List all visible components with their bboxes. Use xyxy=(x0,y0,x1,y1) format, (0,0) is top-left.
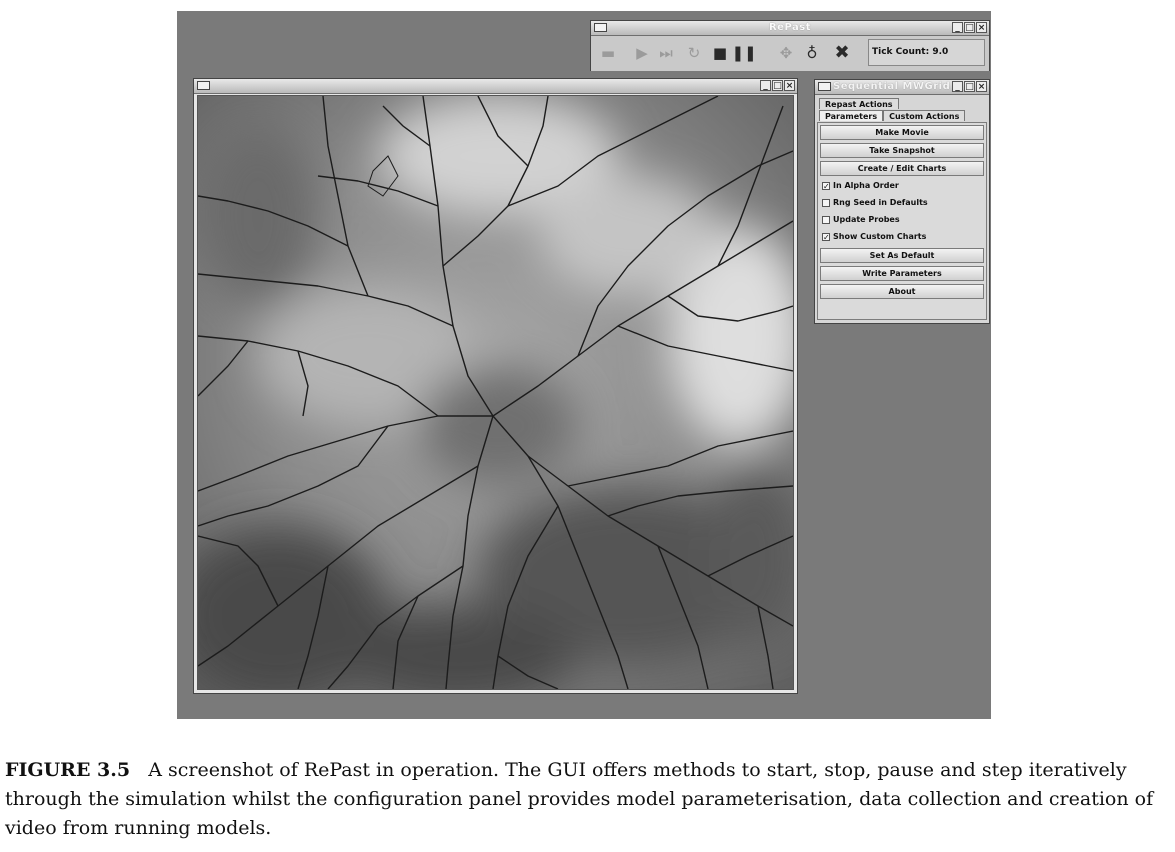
tab-custom-actions[interactable]: Custom Actions xyxy=(883,110,966,121)
checkbox-label: In Alpha Order xyxy=(833,181,899,190)
maximize-icon[interactable]: □ xyxy=(964,22,975,33)
title-bar[interactable]: RePast _ □ × xyxy=(591,21,989,36)
close-icon[interactable]: × xyxy=(976,81,987,92)
window-menu-icon[interactable] xyxy=(818,82,831,91)
minimize-icon[interactable]: _ xyxy=(952,22,963,33)
checkbox-checked-icon[interactable]: ✓ xyxy=(822,232,830,241)
figure-caption-text: A screenshot of RePast in operation. The… xyxy=(5,759,1154,839)
tab-parameters[interactable]: Parameters xyxy=(819,110,884,121)
step-icon[interactable]: ⏭ xyxy=(655,41,677,65)
tab-repast-actions[interactable]: Repast Actions xyxy=(819,98,899,109)
terrain-map xyxy=(198,96,793,689)
window-menu-icon[interactable] xyxy=(197,81,210,90)
checkbox-checked-icon[interactable]: ✓ xyxy=(822,181,830,190)
terrain-display[interactable] xyxy=(197,95,794,690)
set-as-default-button[interactable]: Set As Default xyxy=(820,248,984,263)
minimize-icon[interactable]: _ xyxy=(760,80,771,91)
pause-icon[interactable]: ❚❚ xyxy=(731,41,756,65)
about-button[interactable]: About xyxy=(820,284,984,299)
reset-icon[interactable]: ↻ xyxy=(683,41,705,65)
rng-seed-checkbox[interactable]: Rng Seed in Defaults xyxy=(822,196,928,209)
window-title: RePast xyxy=(768,22,812,33)
lightbulb-icon[interactable]: ♁ xyxy=(801,41,823,65)
close-icon[interactable]: × xyxy=(976,22,987,33)
update-probes-checkbox[interactable]: Update Probes xyxy=(822,213,900,226)
stop-icon[interactable]: ■ xyxy=(709,41,731,65)
desktop: RePast _ □ × ▬ ▶ ⏭ ↻ ■ ❚❚ ✥ ♁ ✖ Tick Cou… xyxy=(177,11,991,719)
checkbox-label: Update Probes xyxy=(833,215,900,224)
title-bar[interactable]: _ □ × xyxy=(194,79,797,94)
parameters-panel: Make Movie Take Snapshot Create / Edit C… xyxy=(817,122,987,320)
repast-toolbar-window: RePast _ □ × ▬ ▶ ⏭ ↻ ■ ❚❚ ✥ ♁ ✖ Tick Cou… xyxy=(590,20,990,71)
maximize-icon[interactable]: □ xyxy=(964,81,975,92)
minimize-icon[interactable]: _ xyxy=(952,81,963,92)
in-alpha-order-checkbox[interactable]: ✓ In Alpha Order xyxy=(822,179,899,192)
checkbox-label: Show Custom Charts xyxy=(833,232,927,241)
display-window: _ □ × xyxy=(193,78,798,694)
checkbox-unchecked-icon[interactable] xyxy=(822,215,830,224)
checkbox-label: Rng Seed in Defaults xyxy=(833,198,928,207)
show-custom-charts-checkbox[interactable]: ✓ Show Custom Charts xyxy=(822,230,926,243)
title-bar[interactable]: Sequential MWGrid _ □ × xyxy=(815,80,989,95)
exit-icon[interactable]: ✖ xyxy=(831,41,853,65)
checkbox-unchecked-icon[interactable] xyxy=(822,198,830,207)
figure-label: FIGURE 3.5 xyxy=(5,759,131,781)
create-edit-charts-button[interactable]: Create / Edit Charts xyxy=(820,161,984,176)
maximize-icon[interactable]: □ xyxy=(772,80,783,91)
simulation-toolbar: ▬ ▶ ⏭ ↻ ■ ❚❚ ✥ ♁ ✖ Tick Count: 9.0 xyxy=(591,36,989,71)
play-icon[interactable]: ▶ xyxy=(631,41,653,65)
controls-window: Sequential MWGrid _ □ × Repast Actions P… xyxy=(814,79,990,324)
take-snapshot-button[interactable]: Take Snapshot xyxy=(820,143,984,158)
write-parameters-button[interactable]: Write Parameters xyxy=(820,266,984,281)
make-movie-button[interactable]: Make Movie xyxy=(820,125,984,140)
close-icon[interactable]: × xyxy=(784,80,795,91)
setup-icon[interactable]: ▬ xyxy=(597,41,619,65)
load-icon[interactable]: ✥ xyxy=(775,41,797,65)
figure-caption: FIGURE 3.5 A screenshot of RePast in ope… xyxy=(5,756,1170,843)
tick-count-display: Tick Count: 9.0 xyxy=(868,39,985,66)
